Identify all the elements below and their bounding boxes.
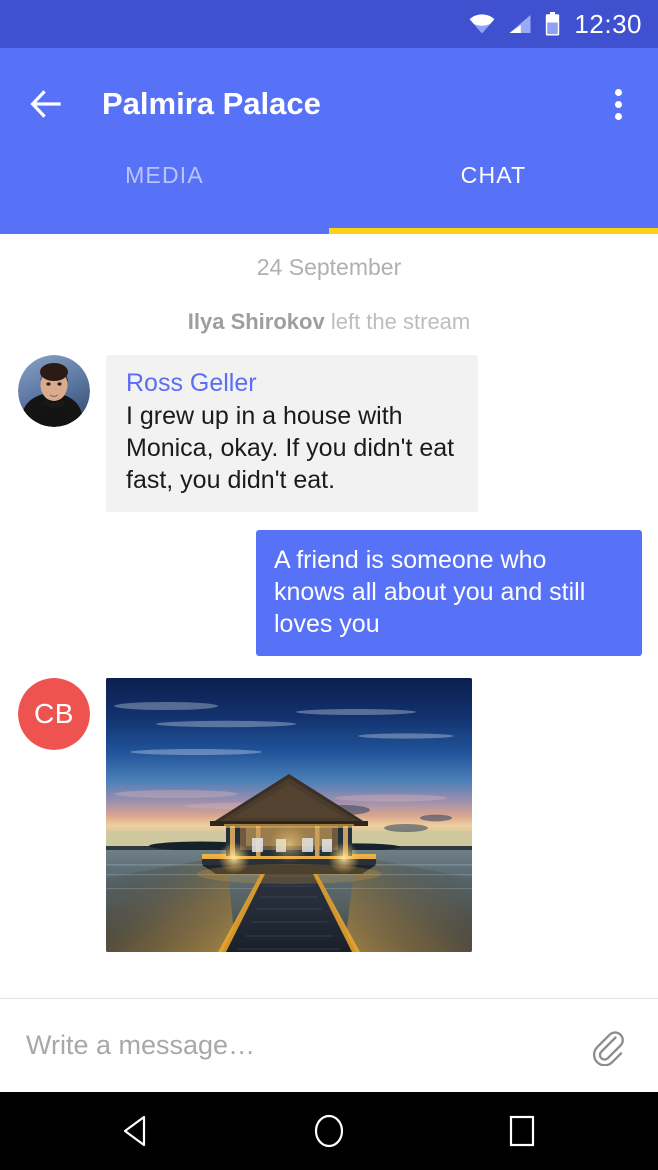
message-composer <box>0 998 658 1092</box>
status-clock: 12:30 <box>574 9 642 39</box>
date-separator: 24 September <box>256 254 402 280</box>
system-message-actor: Ilya Shirokov <box>187 309 325 334</box>
tab-chat[interactable]: CHAT <box>329 160 658 234</box>
status-bar: 12:30 <box>0 0 658 48</box>
tab-bar: MEDIA CHAT <box>0 160 658 234</box>
attached-photo <box>106 678 472 952</box>
system-message-text: left the stream <box>330 309 471 334</box>
tab-chat-label: CHAT <box>460 162 527 188</box>
more-vertical-icon-dot <box>614 112 622 120</box>
nav-home-button[interactable] <box>290 1092 368 1170</box>
app-bar-top-row: Palmira Palace <box>0 48 658 160</box>
message-text: A friend is someone who knows all about … <box>274 546 593 638</box>
avatar-photo-ross <box>18 355 90 427</box>
message-input[interactable] <box>26 1030 580 1061</box>
tab-media[interactable]: MEDIA <box>0 160 329 234</box>
back-button[interactable] <box>24 81 70 127</box>
phone-screen: 12:30 Palmira Palace MEDIA CHAT 24 Septe… <box>0 0 658 1170</box>
chat-message-list[interactable]: 24 September Ilya Shirokov left the stre… <box>0 234 658 998</box>
message-bubble-incoming[interactable]: Ross Geller I grew up in a house with Mo… <box>106 355 478 512</box>
android-navigation-bar <box>0 1092 658 1170</box>
avatar[interactable] <box>18 355 90 427</box>
overflow-menu-button[interactable] <box>596 80 640 128</box>
avatar-initials: CB <box>18 678 90 750</box>
app-bar: Palmira Palace MEDIA CHAT <box>0 48 658 234</box>
page-title: Palmira Palace <box>102 86 321 121</box>
square-recents-icon <box>506 1114 538 1148</box>
avatar[interactable]: CB <box>18 678 90 750</box>
message-row-outgoing-text: A friend is someone who knows all about … <box>0 530 658 656</box>
message-bubble-outgoing[interactable]: A friend is someone who knows all about … <box>256 530 642 656</box>
cell-signal-icon <box>508 14 532 34</box>
attach-button[interactable] <box>580 1019 634 1073</box>
circle-home-icon <box>312 1113 346 1149</box>
message-text: I grew up in a house with Monica, okay. … <box>126 402 462 494</box>
nav-recents-button[interactable] <box>483 1092 561 1170</box>
more-vertical-icon-dot <box>614 100 622 108</box>
system-message: Ilya Shirokov left the stream <box>0 279 658 333</box>
message-row-incoming-image: CB <box>0 678 658 952</box>
nav-back-button[interactable] <box>97 1092 175 1170</box>
status-icon-group <box>469 12 560 36</box>
more-vertical-icon-dot <box>614 88 622 96</box>
message-row-incoming-text: Ross Geller I grew up in a house with Mo… <box>0 355 658 512</box>
tab-media-label: MEDIA <box>125 162 204 188</box>
message-sender-name: Ross Geller <box>126 369 257 397</box>
message-bubble-image[interactable] <box>106 678 472 952</box>
arrow-left-icon <box>30 90 64 118</box>
paperclip-icon <box>587 1026 627 1066</box>
triangle-back-icon <box>120 1114 152 1148</box>
battery-icon <box>545 12 560 36</box>
wifi-icon <box>469 14 495 34</box>
